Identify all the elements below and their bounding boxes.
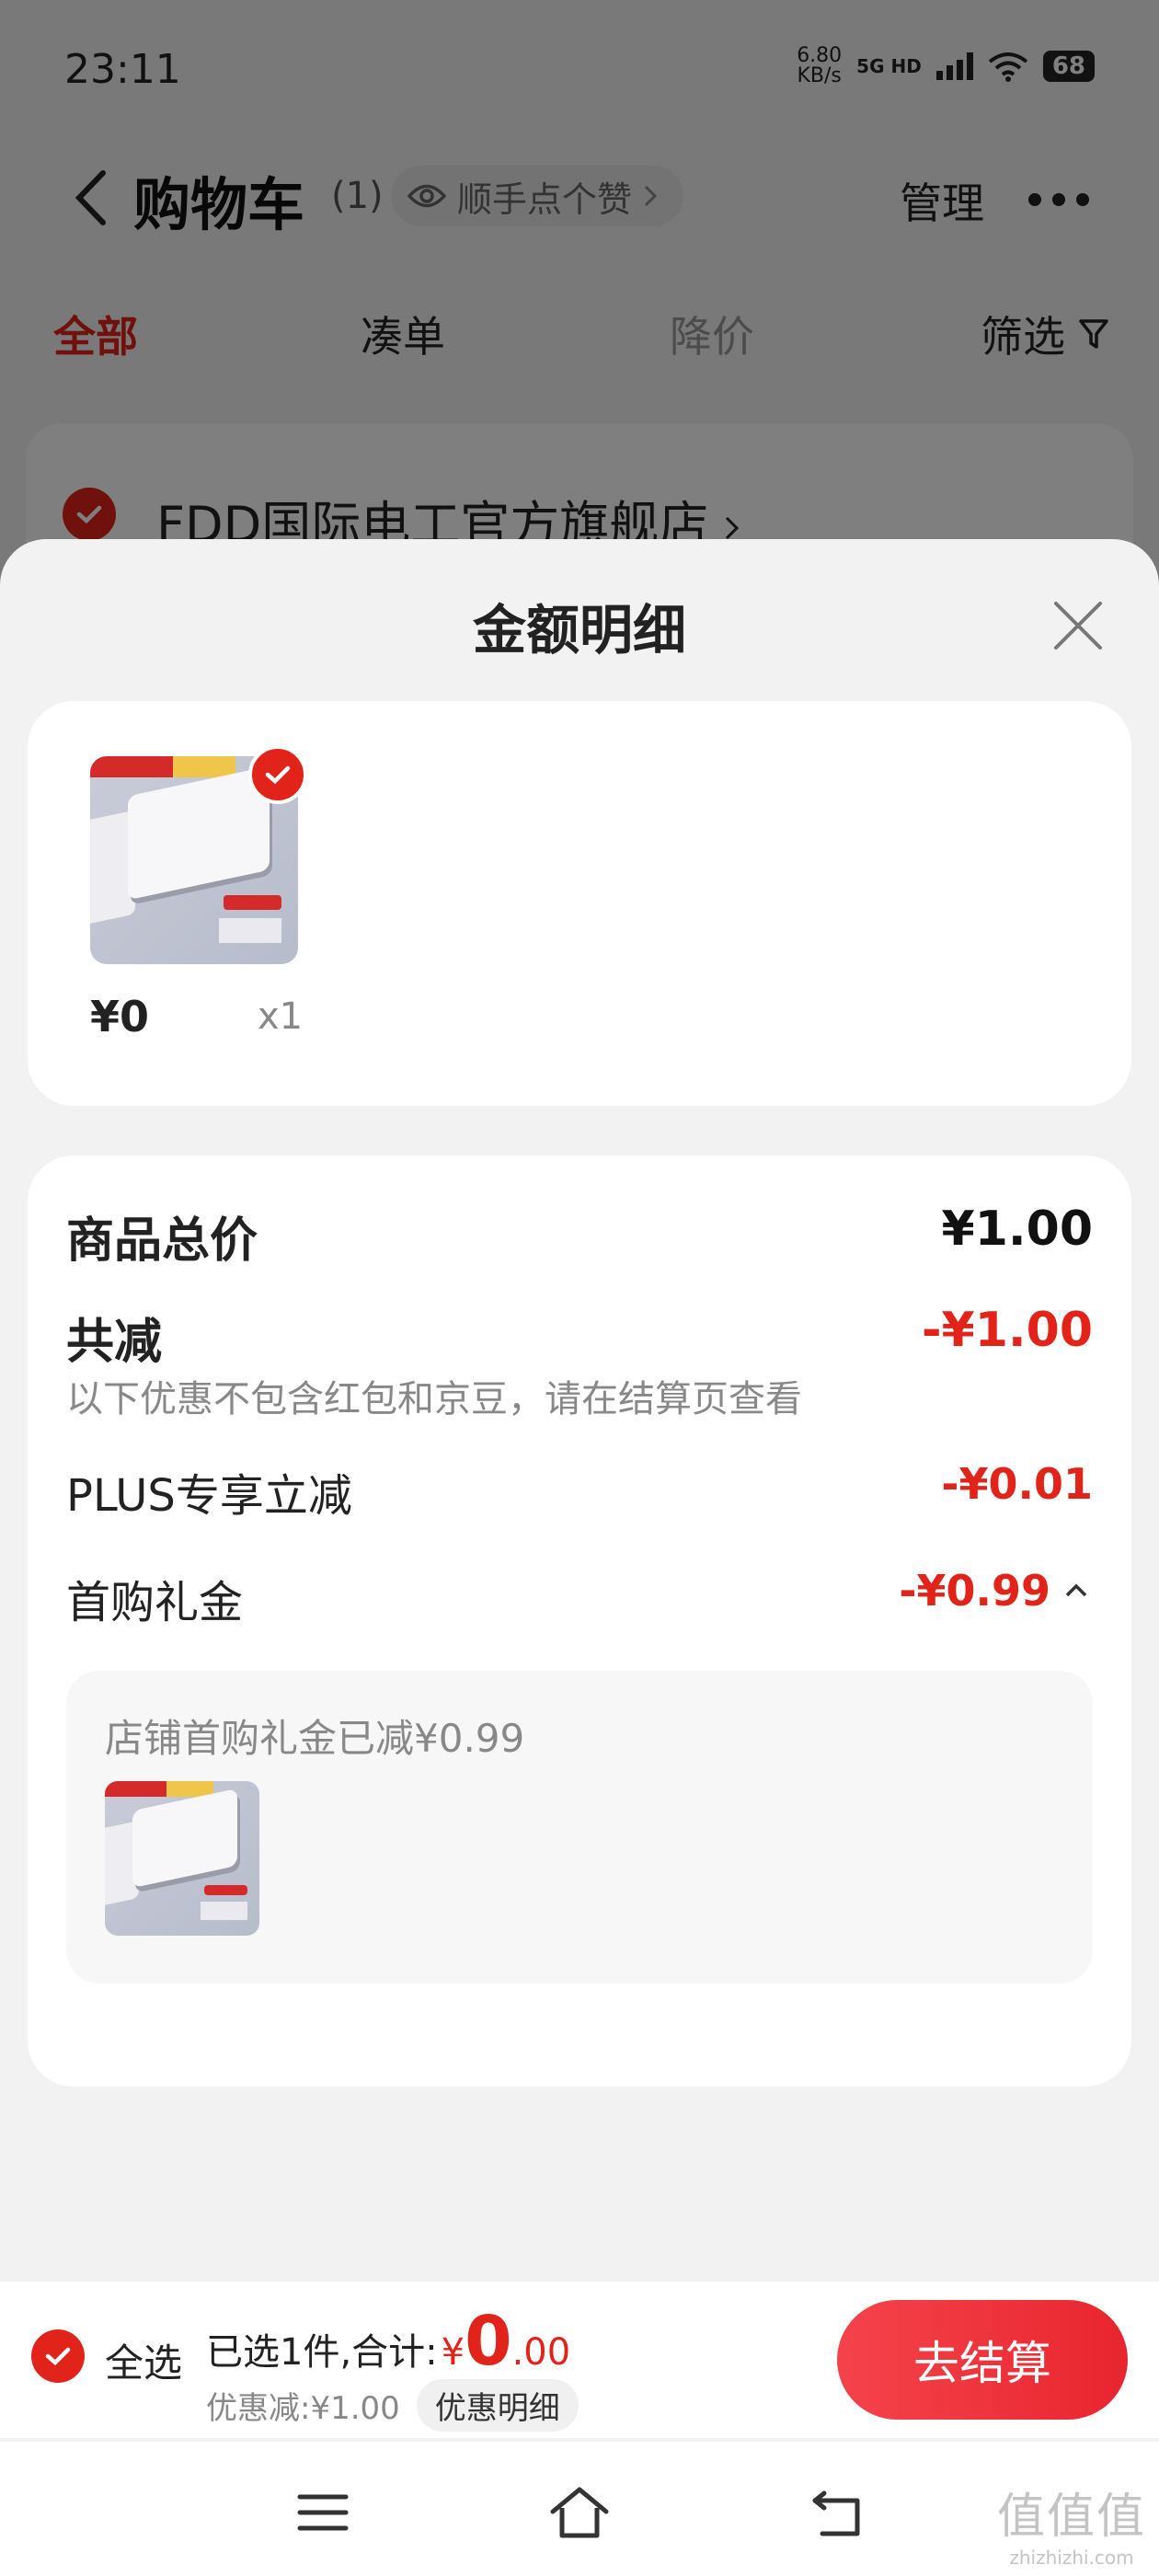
watermark: 值值值 zhizhizhi.com [997, 2478, 1146, 2569]
selected-summary: 已选1件,合计: ¥ 0 .00 [206, 2302, 570, 2381]
menu-icon[interactable] [291, 2480, 355, 2545]
first-purchase-gift-value-wrap: -¥0.99 [899, 1566, 1089, 1616]
total-price-label: 商品总价 [66, 1213, 258, 1269]
total-reduction-value: -¥1.00 [921, 1303, 1093, 1358]
discount-summary: 优惠减:¥1.00 优惠明细 [206, 2379, 579, 2432]
item-quantity: x1 [258, 995, 304, 1038]
total-currency: ¥ [441, 2331, 465, 2374]
sheet-title: 金额明细 [472, 599, 686, 661]
first-purchase-gift-label: 首购礼金 [66, 1577, 244, 1628]
gift-detail-text: 店铺首购礼金已减¥0.99 [105, 1716, 525, 1761]
gift-product-thumbnail[interactable] [105, 1781, 259, 1936]
price-breakdown-card: 商品总价 ¥1.00 共减 -¥1.00 以下优惠不包含红包和京豆，请在结算页查… [28, 1156, 1131, 2087]
watermark-logo-text: 值值值 [996, 2490, 1146, 2545]
total-reduction-label: 共减 [66, 1315, 163, 1370]
check-icon [265, 765, 291, 785]
back-icon[interactable] [806, 2480, 870, 2545]
total-decimal: .00 [511, 2331, 571, 2374]
selected-text: 已选1件,合计: [206, 2331, 438, 2374]
home-icon[interactable] [547, 2480, 612, 2545]
amount-detail-sheet: 金额明细 ¥0 x1 商品总价 ¥1.00 共减 -¥1.00 以下优惠不包含红… [0, 539, 1159, 2576]
total-integer: 0 [465, 2302, 512, 2381]
select-all-checkbox[interactable] [31, 2329, 85, 2383]
reduction-note: 以下优惠不包含红包和京豆，请在结算页查看 [66, 1378, 802, 1420]
plus-discount-value: -¥0.01 [941, 1459, 1093, 1509]
gift-detail-box: 店铺首购礼金已减¥0.99 [66, 1671, 1093, 1984]
discount-detail-button[interactable]: 优惠明细 [416, 2379, 579, 2432]
total-price-value: ¥1.00 [941, 1202, 1093, 1257]
plus-discount-label: PLUS专享立减 [66, 1470, 352, 1522]
checkout-bar: 全选 已选1件,合计: ¥ 0 .00 优惠减:¥1.00 优惠明细 去结算 [0, 2282, 1159, 2438]
chevron-up-icon[interactable] [1063, 1578, 1089, 1604]
discount-text: 优惠减:¥1.00 [206, 2390, 400, 2427]
check-icon [45, 2347, 71, 2366]
system-nav-bar: 值值值 zhizhizhi.com [0, 2442, 1159, 2576]
close-icon[interactable] [1047, 594, 1109, 657]
item-price: ¥0 [90, 992, 150, 1041]
watermark-url: zhizhizhi.com [1009, 2547, 1134, 2569]
first-purchase-gift-value: -¥0.99 [899, 1566, 1050, 1616]
page: 23:11 6.80 KB/s 5G HD 68 [0, 0, 1159, 2576]
checkout-button[interactable]: 去结算 [837, 2300, 1128, 2420]
selected-items-card: ¥0 x1 [28, 701, 1131, 1106]
item-checked-icon [248, 745, 307, 804]
select-all-label[interactable]: 全选 [105, 2332, 182, 2388]
